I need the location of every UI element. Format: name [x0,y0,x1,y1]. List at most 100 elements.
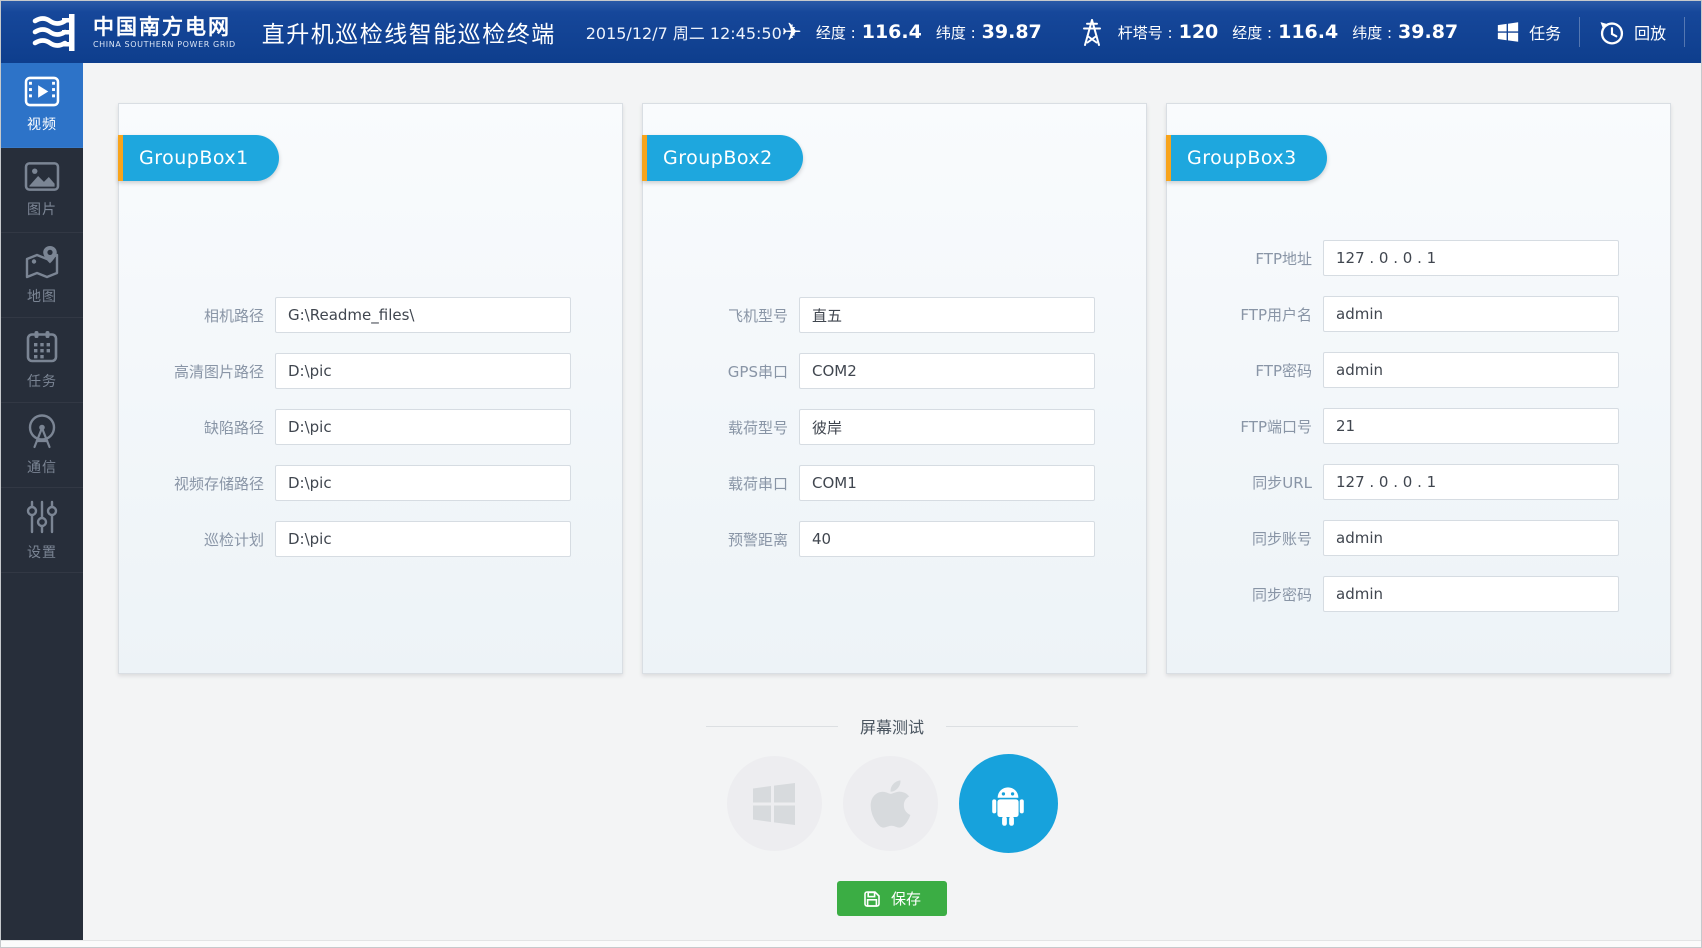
field-input[interactable] [799,521,1095,557]
tower-longitude: 经度 : 116.4 [1232,21,1338,43]
tower-number-label: 杆塔号 : [1118,22,1173,43]
form-field-row: FTP密码 [1167,352,1670,388]
form-field-row: 同步账号 [1167,520,1670,556]
field-label: 相机路径 [119,305,275,326]
header-status-area: ✈ 经度 : 116.4 纬度 : 39.87 [782,17,1702,47]
sidebar-item-communication[interactable]: 通信 [1,403,83,488]
playback-action-label: 回放 [1634,20,1666,44]
groupbox2-title: GroupBox2 [647,135,803,181]
form-field-row: 预警距离 [643,521,1146,557]
aircraft-latitude: 纬度 : 39.87 [936,21,1042,43]
sidebar-nav: 视频图片地图任务通信设置 [1,63,83,940]
settings-icon [25,499,59,535]
form-field-row: 缺陷路径 [119,409,622,445]
form-field-row: 飞机型号 [643,297,1146,333]
form-field-row: FTP用户名 [1167,296,1670,332]
sidebar-item-video[interactable]: 视频 [1,63,83,148]
sidebar-item-tasks[interactable]: 任务 [1,318,83,403]
field-input[interactable] [1323,464,1619,500]
groupbox3-tab: GroupBox3 [1166,135,1327,181]
tower-number: 杆塔号 : 120 [1118,21,1219,43]
field-input[interactable] [799,465,1095,501]
top-header-bar: 中国南方电网 CHINA SOUTHERN POWER GRID 直升机巡检线智… [1,1,1701,63]
field-label: 预警距离 [643,529,799,550]
field-input[interactable] [1323,408,1619,444]
tower-latitude-value: 39.87 [1398,21,1458,43]
groupbox1-title: GroupBox1 [123,135,279,181]
field-label: FTP端口号 [1167,416,1323,437]
form-field-row: GPS串口 [643,353,1146,389]
field-label: FTP密码 [1167,360,1323,381]
groupbox2-fields: 飞机型号 GPS串口载荷型号载荷串口预警距离 [643,297,1146,577]
sidebar-item-settings[interactable]: 设置 [1,488,83,573]
tower-latitude: 纬度 : 39.87 [1352,21,1458,43]
field-input[interactable] [1323,296,1619,332]
sidebar-item-label: 通信 [27,457,57,477]
app-title: 直升机巡检线智能巡检终端 [262,15,556,49]
tasks-icon [25,330,59,364]
screen-test-header: 屏幕测试 [83,716,1701,736]
tower-longitude-value: 116.4 [1278,21,1338,43]
apple-test-button[interactable] [843,756,938,851]
win-grid-icon [1496,20,1520,44]
field-input[interactable] [1323,520,1619,556]
form-field-row: 载荷型号 [643,409,1146,445]
field-label: 视频存储路径 [119,473,275,494]
form-field-row: 载荷串口 [643,465,1146,501]
playback-action[interactable]: 回放 [1598,19,1666,46]
groupbox2-tab: GroupBox2 [642,135,803,181]
field-input[interactable] [799,353,1095,389]
floppy-disk-icon [863,890,881,908]
datetime-display: 2015/12/7 周二 12:45:50 [586,20,782,44]
sidebar-item-label: 任务 [27,371,57,391]
history-clock-icon [1598,19,1625,46]
android-logo-icon [983,777,1033,831]
field-input[interactable] [275,353,571,389]
image-icon [24,161,60,192]
os-test-buttons [83,754,1701,853]
main-content: GroupBox1 相机路径高清图片路径缺陷路径视频存储路径巡检计划 Group… [83,63,1701,940]
longitude-value: 116.4 [862,21,922,43]
field-input[interactable] [275,521,571,557]
screen-test-title: 屏幕测试 [860,714,924,738]
field-input[interactable] [275,409,571,445]
android-test-button[interactable] [959,754,1058,853]
screen-test-section: 屏幕测试 保存 [83,716,1701,916]
groupbox1-panel: GroupBox1 相机路径高清图片路径缺陷路径视频存储路径巡检计划 [118,103,623,674]
form-field-row: 相机路径 [119,297,622,333]
field-label: FTP地址 [1167,248,1323,269]
longitude-label: 经度 : [816,22,856,43]
groupbox3-title: GroupBox3 [1171,135,1327,181]
tower-number-value: 120 [1179,21,1219,43]
sidebar-item-label: 图片 [27,199,57,219]
save-button[interactable]: 保存 [837,881,947,916]
latitude-label: 纬度 : [936,22,976,43]
form-field-row: 视频存储路径 [119,465,622,501]
field-input[interactable] [799,409,1095,445]
csg-logo-icon [31,10,81,54]
communication-icon [24,413,60,450]
field-input[interactable] [275,297,571,333]
field-input[interactable] [275,465,571,501]
field-input[interactable] [799,297,1095,333]
divider-line [946,726,1078,727]
groupbox2-panel: GroupBox2 飞机型号 GPS串口载荷型号载荷串口预警距离 [642,103,1147,674]
field-label: 缺陷路径 [119,417,275,438]
save-row: 保存 [83,881,1701,916]
field-input[interactable] [1323,576,1619,612]
sidebar-item-map[interactable]: 地图 [1,233,83,318]
field-label: GPS串口 [643,361,799,382]
field-input[interactable] [1323,240,1619,276]
field-label: 同步账号 [1167,528,1323,549]
tasks-action[interactable]: 任务 [1496,20,1561,44]
apple-logo-icon [870,777,911,831]
sidebar-item-images[interactable]: 图片 [1,148,83,233]
field-input[interactable] [1323,352,1619,388]
windows-test-button[interactable] [727,756,822,851]
windows-logo-icon [749,779,799,829]
field-label: FTP用户名 [1167,304,1323,325]
aircraft-icon: ✈ [782,20,802,44]
form-field-row: FTP端口号 [1167,408,1670,444]
brand-logo: 中国南方电网 CHINA SOUTHERN POWER GRID [31,10,236,54]
form-field-row: FTP地址 [1167,240,1670,276]
